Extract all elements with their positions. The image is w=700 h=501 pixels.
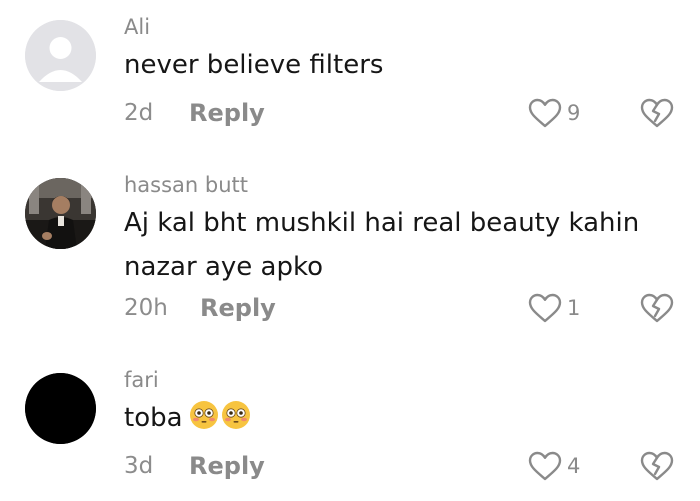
dislike-button[interactable]	[640, 450, 674, 482]
comment-text-line: Aj kal bht mushkil hai real beauty kahin	[124, 208, 640, 238]
comment-username[interactable]: fari	[124, 367, 159, 393]
like-button[interactable]: 9	[528, 98, 580, 128]
comment-text: never believe filters	[124, 50, 384, 80]
comment-text-line: nazar aye apko	[124, 252, 323, 282]
dislike-button[interactable]	[640, 97, 674, 129]
comment-timestamp: 3d	[124, 453, 154, 479]
black-avatar	[25, 373, 96, 444]
dislike-button[interactable]	[640, 292, 674, 324]
comment-timestamp: 2d	[124, 100, 154, 126]
broken-heart-icon	[640, 98, 674, 128]
avatar[interactable]	[25, 373, 96, 444]
comment-item: fari toba 3d Reply 4	[0, 345, 700, 501]
comment-username[interactable]: Ali	[124, 14, 150, 40]
avatar[interactable]	[25, 178, 96, 249]
default-avatar-icon	[25, 20, 96, 91]
like-count: 9	[567, 101, 581, 125]
comment-text: toba	[124, 396, 664, 444]
broken-heart-icon	[640, 293, 674, 323]
comment-item: Ali never believe filters 2d Reply 9	[0, 0, 700, 160]
comment-text: Aj kal bht mushkil hai real beauty kahin…	[124, 201, 664, 289]
flushed-face-emoji	[221, 401, 250, 429]
reply-button[interactable]: Reply	[200, 294, 276, 322]
profile-photo	[25, 178, 96, 249]
like-button[interactable]: 4	[528, 451, 580, 481]
heart-icon	[528, 451, 562, 481]
comment-item: hassan butt Aj kal bht mushkil hai real …	[0, 160, 700, 345]
reply-button[interactable]: Reply	[189, 99, 265, 127]
emoji-group	[189, 400, 253, 444]
heart-icon	[528, 98, 562, 128]
comment-username[interactable]: hassan butt	[124, 172, 248, 198]
reply-button[interactable]: Reply	[189, 452, 265, 480]
avatar[interactable]	[25, 20, 96, 91]
comment-timestamp: 20h	[124, 295, 168, 321]
like-button[interactable]: 1	[528, 293, 580, 323]
heart-icon	[528, 293, 562, 323]
flushed-face-emoji	[189, 401, 218, 429]
like-count: 4	[567, 454, 581, 478]
like-count: 1	[567, 296, 581, 320]
broken-heart-icon	[640, 451, 674, 481]
comment-text-content: toba	[124, 403, 183, 433]
